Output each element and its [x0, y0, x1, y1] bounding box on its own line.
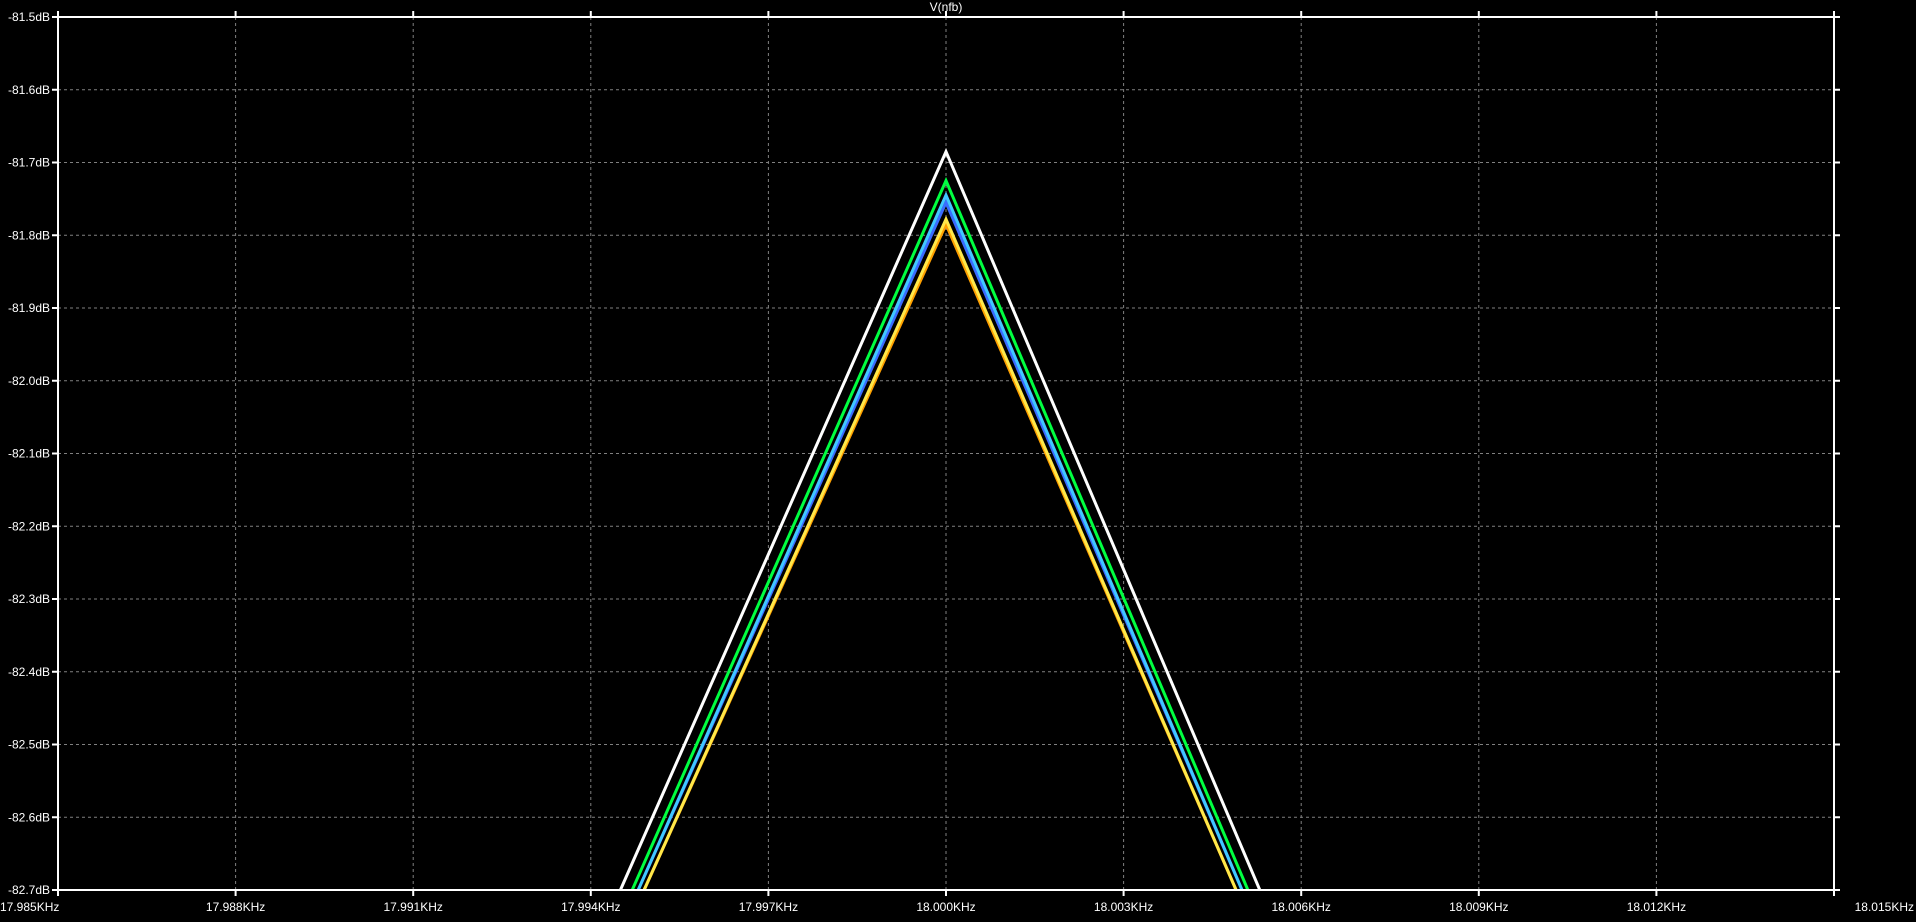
chart-title: V(nfb): [930, 0, 963, 14]
y-tick-label: -81.9dB: [8, 301, 50, 315]
chart: -81.5dB -81.6dB -81.7dB -81.8dB -81.9dB -82.0…: [0, 0, 1916, 917]
x-tick-label: 18.003KHz: [1094, 900, 1153, 914]
plot-window: -81.5dB -81.6dB -81.7dB -81.8dB -81.9dB -82.0…: [0, 0, 1916, 917]
y-tick-label: -82.0dB: [8, 374, 50, 388]
x-tick-label: 17.997KHz: [739, 900, 798, 914]
y-tick-label: -82.1dB: [8, 447, 50, 461]
x-tick-label: 18.009KHz: [1449, 900, 1508, 914]
chart-background: [0, 0, 1916, 917]
y-tick-label: -81.5dB: [8, 10, 50, 24]
y-tick-label: -81.6dB: [8, 83, 50, 97]
y-tick-label: -82.2dB: [8, 519, 50, 533]
x-tick-label: 18.006KHz: [1272, 900, 1331, 914]
y-tick-label: -81.8dB: [8, 228, 50, 242]
y-tick-label: -82.4dB: [8, 665, 50, 679]
y-tick-label: -81.7dB: [8, 156, 50, 170]
x-tick-label: 17.991KHz: [384, 900, 443, 914]
x-tick-label: 17.988KHz: [206, 900, 265, 914]
y-tick-label: -82.7dB: [8, 883, 50, 897]
x-tick-label: 18.012KHz: [1627, 900, 1686, 914]
y-tick-label: -82.5dB: [8, 738, 50, 752]
x-tick-label: 18.000KHz: [916, 900, 975, 914]
x-tick-label: 17.985KHz: [0, 900, 59, 914]
y-tick-label: -82.3dB: [8, 592, 50, 606]
x-tick-label: 17.994KHz: [561, 900, 620, 914]
y-tick-label: -82.6dB: [8, 810, 50, 824]
x-tick-label: 18.015KHz: [1855, 900, 1914, 914]
